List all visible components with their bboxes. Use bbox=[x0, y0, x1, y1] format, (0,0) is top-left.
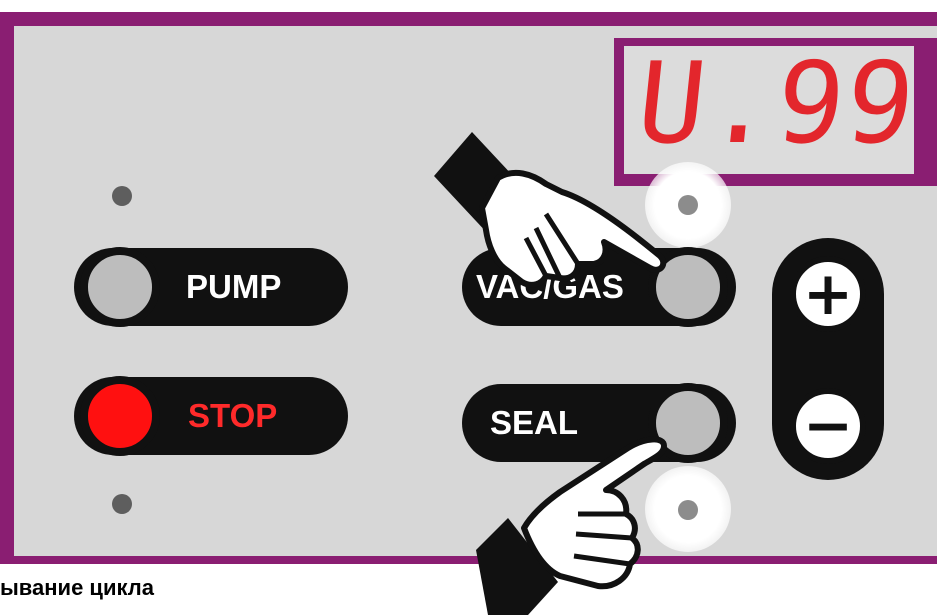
stop-button-label: STOP bbox=[188, 397, 278, 434]
plus-icon: + bbox=[802, 259, 854, 329]
pump-button[interactable]: PUMP bbox=[74, 247, 348, 327]
stop-button[interactable]: STOP bbox=[74, 376, 348, 456]
minus-button[interactable]: − bbox=[790, 388, 866, 464]
pump-button-label: PUMP bbox=[186, 268, 282, 305]
vac-gas-indicator-led bbox=[678, 195, 698, 215]
pointing-hand-icon bbox=[434, 132, 667, 288]
stop-indicator-led bbox=[112, 494, 132, 514]
stop-button-knob[interactable] bbox=[80, 376, 160, 456]
caption-text: ывание цикла bbox=[0, 575, 154, 600]
plus-button[interactable]: + bbox=[790, 256, 866, 332]
pump-indicator-led bbox=[112, 186, 132, 206]
pointing-hand-icon bbox=[476, 436, 667, 615]
seal-indicator-led bbox=[678, 500, 698, 520]
minus-icon: − bbox=[802, 391, 854, 461]
pump-button-knob[interactable] bbox=[80, 247, 160, 327]
adjust-rocker: + − bbox=[772, 238, 884, 480]
